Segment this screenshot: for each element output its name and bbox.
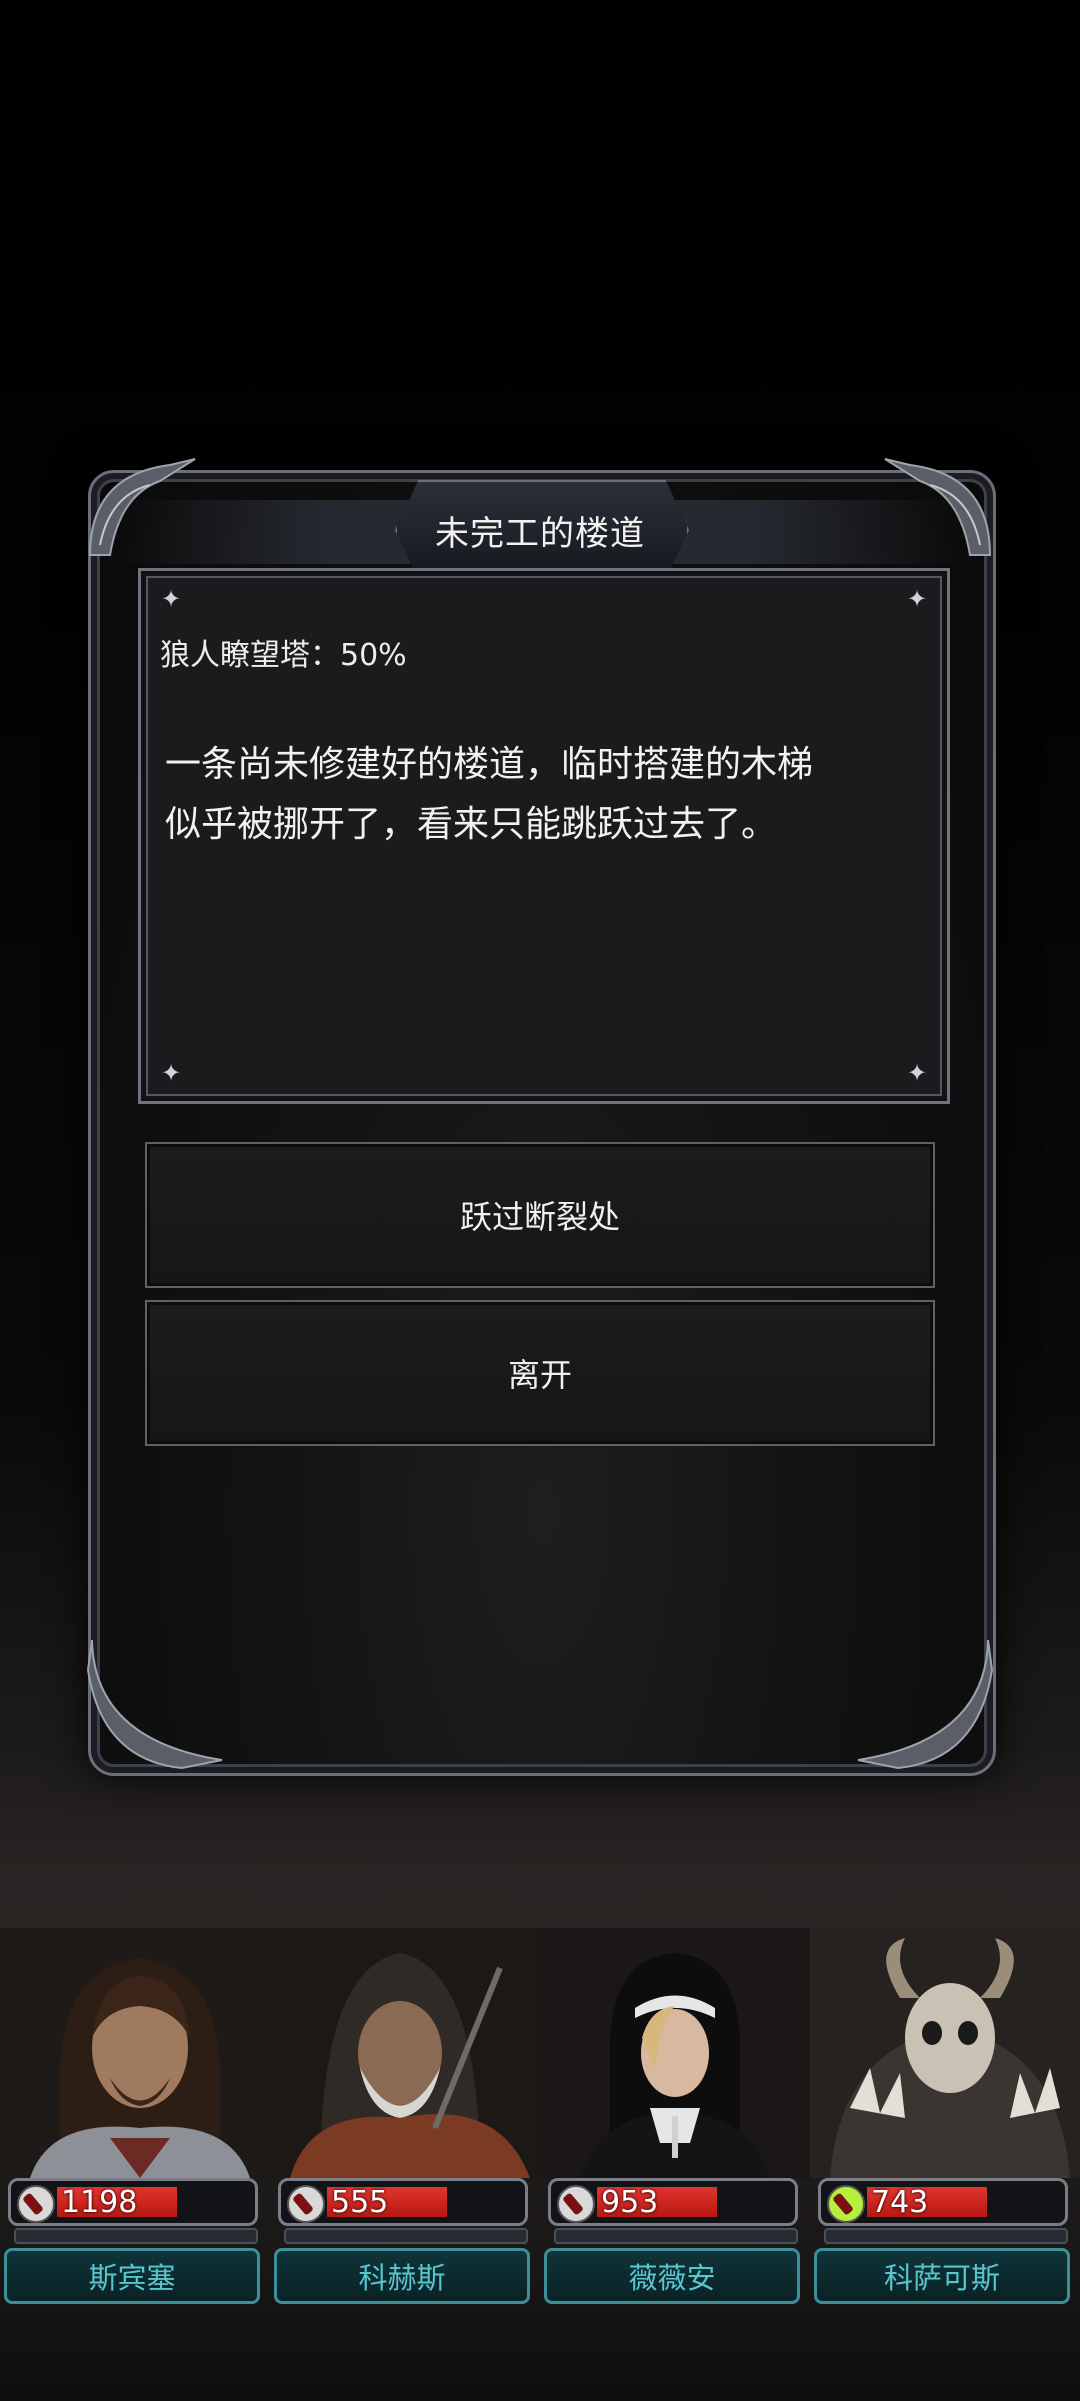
star-ornament-icon: ✦: [160, 1059, 182, 1087]
hero-name: 斯宾塞: [4, 2248, 260, 2304]
secondary-bar: [284, 2228, 528, 2244]
hp-value: 1198: [61, 2185, 138, 2220]
hero-card-vivian[interactable]: 953 薇薇安: [540, 1928, 810, 2304]
choice-leave-button[interactable]: 离开: [145, 1300, 935, 1446]
secondary-bar: [14, 2228, 258, 2244]
hp-value: 953: [601, 2185, 659, 2220]
frame-corner-ornament-bottom-right: [857, 1639, 994, 1770]
blood-drop-icon: [827, 2185, 865, 2223]
star-ornament-icon: ✦: [906, 585, 928, 613]
hp-value: 743: [871, 2185, 929, 2220]
event-description: 一条尚未修建好的楼道，临时搭建的木梯 似乎被挪开了，看来只能跳跃过去了。: [165, 735, 925, 855]
hero-name: 薇薇安: [544, 2248, 800, 2304]
hero-portrait: [270, 1928, 540, 2178]
hero-name: 科萨可斯: [814, 2248, 1070, 2304]
secondary-bar: [824, 2228, 1068, 2244]
hero-name: 科赫斯: [274, 2248, 530, 2304]
description-line: 一条尚未修建好的楼道，临时搭建的木梯: [165, 744, 814, 785]
star-ornament-icon: ✦: [906, 1059, 928, 1087]
hp-bar: 1198: [8, 2178, 258, 2226]
hero-card-kohes[interactable]: 555 科赫斯: [270, 1928, 540, 2304]
exploration-progress: 狼人瞭望塔：50%: [160, 638, 407, 673]
blood-drop-icon: [557, 2185, 595, 2223]
blood-drop-icon: [17, 2185, 55, 2223]
hp-bar: 743: [818, 2178, 1068, 2226]
hero-card-spencer[interactable]: 1198 斯宾塞: [0, 1928, 270, 2304]
blood-drop-icon: [287, 2185, 325, 2223]
choice-jump-gap-button[interactable]: 跃过断裂处: [145, 1142, 935, 1288]
hero-card-kosakos[interactable]: 743 科萨可斯: [810, 1928, 1080, 2304]
hp-value: 555: [331, 2185, 389, 2220]
hero-portrait: [0, 1928, 270, 2178]
description-line: 似乎被挪开了，看来只能跳跃过去了。: [165, 804, 778, 845]
hp-bar: 555: [278, 2178, 528, 2226]
hero-portrait: [810, 1928, 1080, 2178]
event-title: 未完工的楼道: [435, 514, 645, 554]
hp-bar: 953: [548, 2178, 798, 2226]
hero-portrait: [540, 1928, 810, 2178]
star-ornament-icon: ✦: [160, 585, 182, 613]
secondary-bar: [554, 2228, 798, 2244]
frame-corner-ornament-bottom-left: [86, 1639, 223, 1770]
